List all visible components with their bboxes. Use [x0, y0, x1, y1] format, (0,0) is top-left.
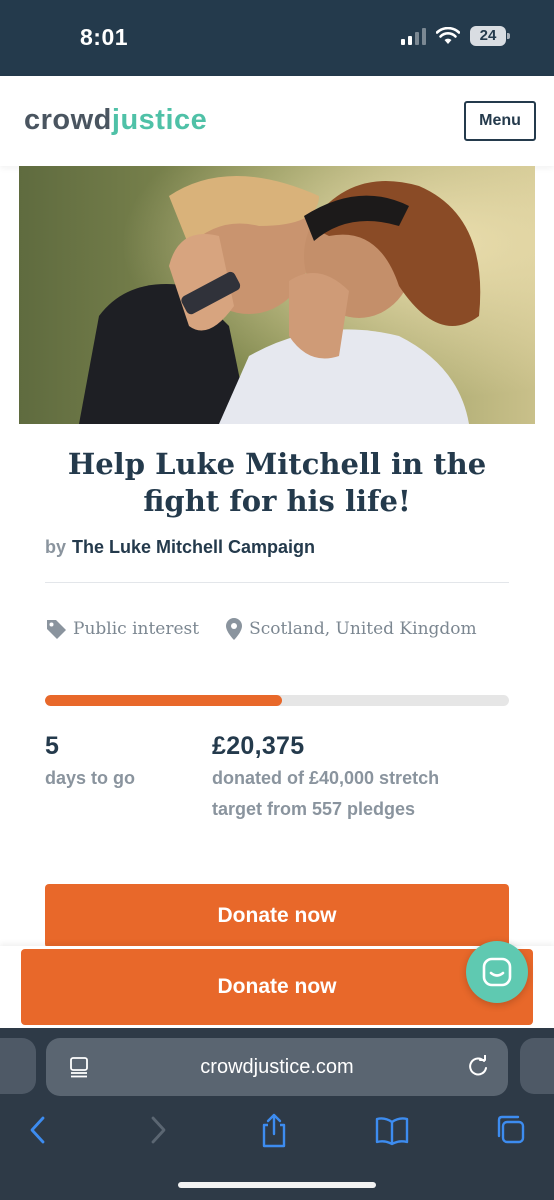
category-label: Public interest: [73, 619, 200, 639]
donate-now-button[interactable]: Donate now: [45, 884, 509, 948]
share-icon[interactable]: [258, 1112, 290, 1148]
funding-progress-fill: [45, 695, 282, 706]
previous-tab-peek[interactable]: [0, 1038, 36, 1094]
menu-button[interactable]: Menu: [464, 101, 536, 141]
campaign-hero-image: [19, 166, 535, 424]
days-value: 5: [45, 732, 60, 760]
days-remaining: 5 days to go: [45, 732, 135, 794]
back-icon[interactable]: [26, 1112, 50, 1148]
campaign-byline: by The Luke Mitchell Campaign: [45, 537, 315, 558]
category-item[interactable]: Public interest: [45, 618, 199, 640]
status-icons: 24: [401, 26, 510, 46]
amount-raised: £20,375 donated of £40,000 stretch targe…: [212, 732, 492, 825]
tag-icon: [47, 620, 66, 639]
location-pin-icon: [226, 618, 243, 640]
status-time: 8:01: [80, 24, 129, 50]
days-label: days to go: [45, 768, 136, 788]
status-bar: 8:01 24: [0, 0, 554, 76]
campaign-title: Help Luke Mitchell in the fight for his …: [40, 446, 514, 520]
crowdjustice-logo[interactable]: crowdjustice: [24, 104, 207, 137]
chat-widget-button[interactable]: [466, 941, 528, 1003]
location-label: Scotland, United Kingdom: [249, 619, 477, 639]
amount-label: donated of £40,000 stretch target from 5…: [212, 768, 440, 819]
campaign-title-line-1: Help Luke Mitchell in the: [67, 447, 487, 481]
battery-icon: 24: [470, 26, 510, 46]
url-text: crowdjustice.com: [200, 1056, 354, 1078]
bookmarks-icon[interactable]: [374, 1112, 410, 1148]
campaign-title-line-2: fight for his life!: [143, 484, 411, 518]
browser-chrome: crowdjustice.com: [0, 1028, 554, 1200]
chat-icon: [482, 957, 512, 987]
site-header: crowdjustice Menu: [0, 76, 554, 166]
tabs-icon[interactable]: [494, 1112, 528, 1148]
home-indicator: [178, 1182, 376, 1188]
logo-crowd: crowd: [24, 104, 112, 136]
campaign-meta: Public interest Scotland, United Kingdom: [45, 617, 503, 641]
address-bar[interactable]: crowdjustice.com: [46, 1038, 508, 1096]
divider: [45, 582, 509, 583]
wifi-icon: [436, 27, 460, 44]
location-item: Scotland, United Kingdom: [225, 617, 477, 641]
forward-icon[interactable]: [146, 1112, 170, 1148]
byline-prefix: by: [45, 537, 67, 557]
reload-icon[interactable]: [466, 1055, 490, 1079]
cellular-signal-icon: [401, 27, 426, 45]
funding-progress-bar: [45, 695, 509, 706]
logo-justice: justice: [111, 104, 208, 136]
amount-value: £20,375: [212, 732, 305, 760]
sticky-donate-now-button[interactable]: Donate now: [21, 949, 533, 1025]
browser-toolbar: [0, 1108, 554, 1152]
next-tab-peek[interactable]: [520, 1038, 554, 1094]
campaign-author[interactable]: The Luke Mitchell Campaign: [72, 537, 315, 557]
